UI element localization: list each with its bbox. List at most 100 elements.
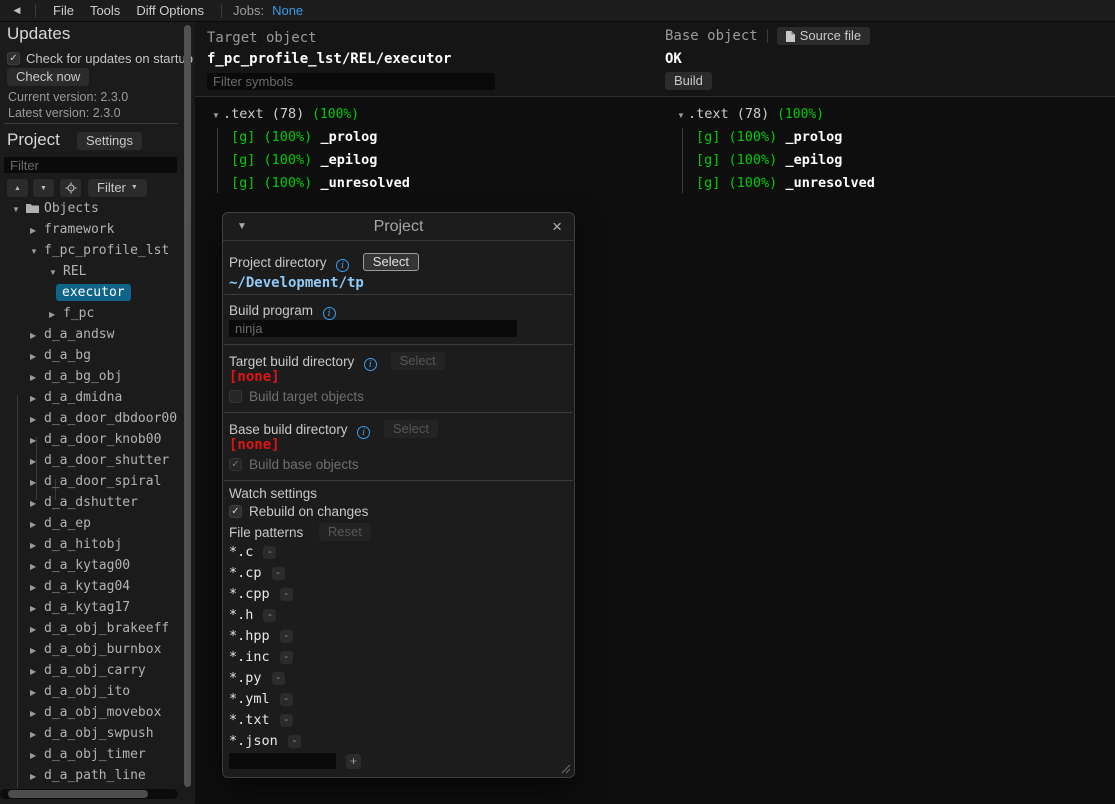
tree-expand-icon[interactable]: ▶ [30,661,44,682]
tree-item-d_a_obj_carry[interactable]: ▶d_a_obj_carry [0,660,195,681]
source-file-button[interactable]: Source file [777,27,870,45]
checkbox[interactable]: ✓ [7,52,20,65]
remove-pattern-button[interactable]: - [280,588,293,601]
remove-pattern-button[interactable]: - [280,630,293,643]
tree-expand-icon[interactable]: ▶ [30,535,44,556]
jobs-status-link[interactable]: None [272,3,303,18]
build-target-objects-checkbox[interactable]: ✓ Build target objects [229,389,568,404]
section-collapse-icon[interactable]: ▼ [677,104,688,127]
menu-diff-options[interactable]: Diff Options [128,0,212,22]
symbol-row-_prolog[interactable]: [g] (100%) _prolog [207,126,637,149]
remove-pattern-button[interactable]: - [272,567,285,580]
resize-handle[interactable] [559,762,571,774]
tree-item-d_a_andsw[interactable]: ▶d_a_andsw [0,324,195,345]
tree-item-d_a_dmidna[interactable]: ▶d_a_dmidna [0,387,195,408]
sidebar-vertical-scrollbar[interactable] [184,25,191,787]
tree-expand-icon[interactable]: ▶ [30,409,44,430]
tree-item-d_a_obj_timer[interactable]: ▶d_a_obj_timer [0,744,195,765]
remove-pattern-button[interactable]: - [263,546,276,559]
sidebar-horizontal-scrollbar[interactable] [0,789,178,799]
tree-expand-icon[interactable]: ▶ [30,682,44,703]
tree-item-framework[interactable]: ▶framework [0,219,195,240]
tree-item-d_a_bg_obj[interactable]: ▶d_a_bg_obj [0,366,195,387]
tree-item-d_a_door_knob00[interactable]: ▶d_a_door_knob00 [0,429,195,450]
tree-item-d_a_kytag00[interactable]: ▶d_a_kytag00 [0,555,195,576]
new-pattern-input[interactable] [229,753,336,769]
tree-item-d_a_door_spiral[interactable]: ▶d_a_door_spiral [0,471,195,492]
remove-pattern-button[interactable]: - [280,651,293,664]
section-collapse-icon[interactable]: ▼ [212,104,223,127]
add-pattern-button[interactable]: + [346,754,361,769]
symbol-row-_unresolved[interactable]: [g] (100%) _unresolved [207,172,637,195]
back-button[interactable]: ◀ [8,3,26,19]
tree-expand-icon[interactable]: ▶ [30,598,44,619]
tree-item-d_a_kytag17[interactable]: ▶d_a_kytag17 [0,597,195,618]
symbol-row-_epilog[interactable]: [g] (100%) _epilog [672,149,1102,172]
tree-item-d_a_door_shutter[interactable]: ▶d_a_door_shutter [0,450,195,471]
build-program-input[interactable] [229,320,517,337]
tree-expand-icon[interactable]: ▶ [30,325,44,346]
tree-expand-icon[interactable]: ▶ [30,745,44,766]
remove-pattern-button[interactable]: - [272,672,285,685]
checkbox[interactable]: ✓ [229,458,242,471]
tree-item-d_a_ep[interactable]: ▶d_a_ep [0,513,195,534]
tree-collapse-icon[interactable]: ▼ [12,199,26,220]
checkbox[interactable]: ✓ [229,390,242,403]
build-button[interactable]: Build [665,72,712,90]
tree-item-REL[interactable]: ▼REL [0,261,195,282]
tree-expand-icon[interactable]: ▶ [30,472,44,493]
build-base-objects-checkbox[interactable]: ✓ Build base objects [229,457,568,472]
tree-expand-icon[interactable]: ▶ [49,304,63,325]
tree-expand-icon[interactable]: ▶ [30,451,44,472]
symbol-row-_prolog[interactable]: [g] (100%) _prolog [672,126,1102,149]
tree-filter-dropdown[interactable]: Filter ▼ [88,179,147,197]
tree-item-d_a_door_dbdoor00[interactable]: ▶d_a_door_dbdoor00 [0,408,195,429]
scrollbar-thumb[interactable] [8,790,148,798]
tree-expand-icon[interactable]: ▶ [30,724,44,745]
tree-collapse-icon[interactable]: ▼ [49,262,63,283]
tree-item-d_a_hitobj[interactable]: ▶d_a_hitobj [0,534,195,555]
info-icon[interactable]: i [323,307,336,320]
tree-filter-input[interactable] [4,157,177,173]
tree-item-d_a_obj_burnbox[interactable]: ▶d_a_obj_burnbox [0,639,195,660]
tree-expand-icon[interactable]: ▶ [30,430,44,451]
tree-item-d_a_obj_swpush[interactable]: ▶d_a_obj_swpush [0,723,195,744]
remove-pattern-button[interactable]: - [280,714,293,727]
remove-pattern-button[interactable]: - [288,735,301,748]
reset-patterns-button[interactable]: Reset [319,523,371,541]
tree-expand-icon[interactable]: ▶ [30,619,44,640]
locate-current-button[interactable] [60,179,81,197]
tree-item-d_a_kytag04[interactable]: ▶d_a_kytag04 [0,576,195,597]
check-now-button[interactable]: Check now [7,68,89,86]
tree-item-d_a_obj_ito[interactable]: ▶d_a_obj_ito [0,681,195,702]
tree-item-d_a_dshutter[interactable]: ▶d_a_dshutter [0,492,195,513]
info-icon[interactable]: i [336,259,349,272]
tree-collapse-icon[interactable]: ▼ [30,241,44,262]
project-settings-button[interactable]: Settings [77,132,142,150]
remove-pattern-button[interactable]: - [280,693,293,706]
dialog-titlebar[interactable]: ▼ Project × [223,213,574,241]
menu-tools[interactable]: Tools [82,0,128,22]
tree-expand-icon[interactable]: ▶ [30,577,44,598]
tree-item-f_pc_profile_lst[interactable]: ▼f_pc_profile_lst [0,240,195,261]
checkbox[interactable]: ✓ [229,505,242,518]
tree-item-d_a_bg[interactable]: ▶d_a_bg [0,345,195,366]
symbol-filter-input[interactable] [207,73,495,90]
tree-expand-icon[interactable]: ▶ [30,766,44,787]
tree-item-d_a_obj_movebox[interactable]: ▶d_a_obj_movebox [0,702,195,723]
tree-item-executor[interactable]: executor [0,282,195,303]
symbol-row-_epilog[interactable]: [g] (100%) _epilog [207,149,637,172]
symbol-row-_unresolved[interactable]: [g] (100%) _unresolved [672,172,1102,195]
tree-expand-icon[interactable]: ▶ [30,346,44,367]
tree-expand-icon[interactable]: ▶ [30,220,44,241]
rebuild-on-changes-checkbox[interactable]: ✓ Rebuild on changes [229,504,568,519]
tree-expand-icon[interactable]: ▶ [30,493,44,514]
menu-file[interactable]: File [45,0,82,22]
tree-expand-icon[interactable]: ▶ [30,640,44,661]
target-build-select-button[interactable]: Select [391,352,445,370]
symbol-section-header[interactable]: ▼.text (78) (100%) [207,103,637,126]
tree-expand-icon[interactable]: ▶ [30,514,44,535]
tree-item-d_a_path_line[interactable]: ▶d_a_path_line [0,765,195,786]
nav-down-button[interactable]: ▼ [33,179,54,197]
tree-expand-icon[interactable]: ▶ [30,367,44,388]
